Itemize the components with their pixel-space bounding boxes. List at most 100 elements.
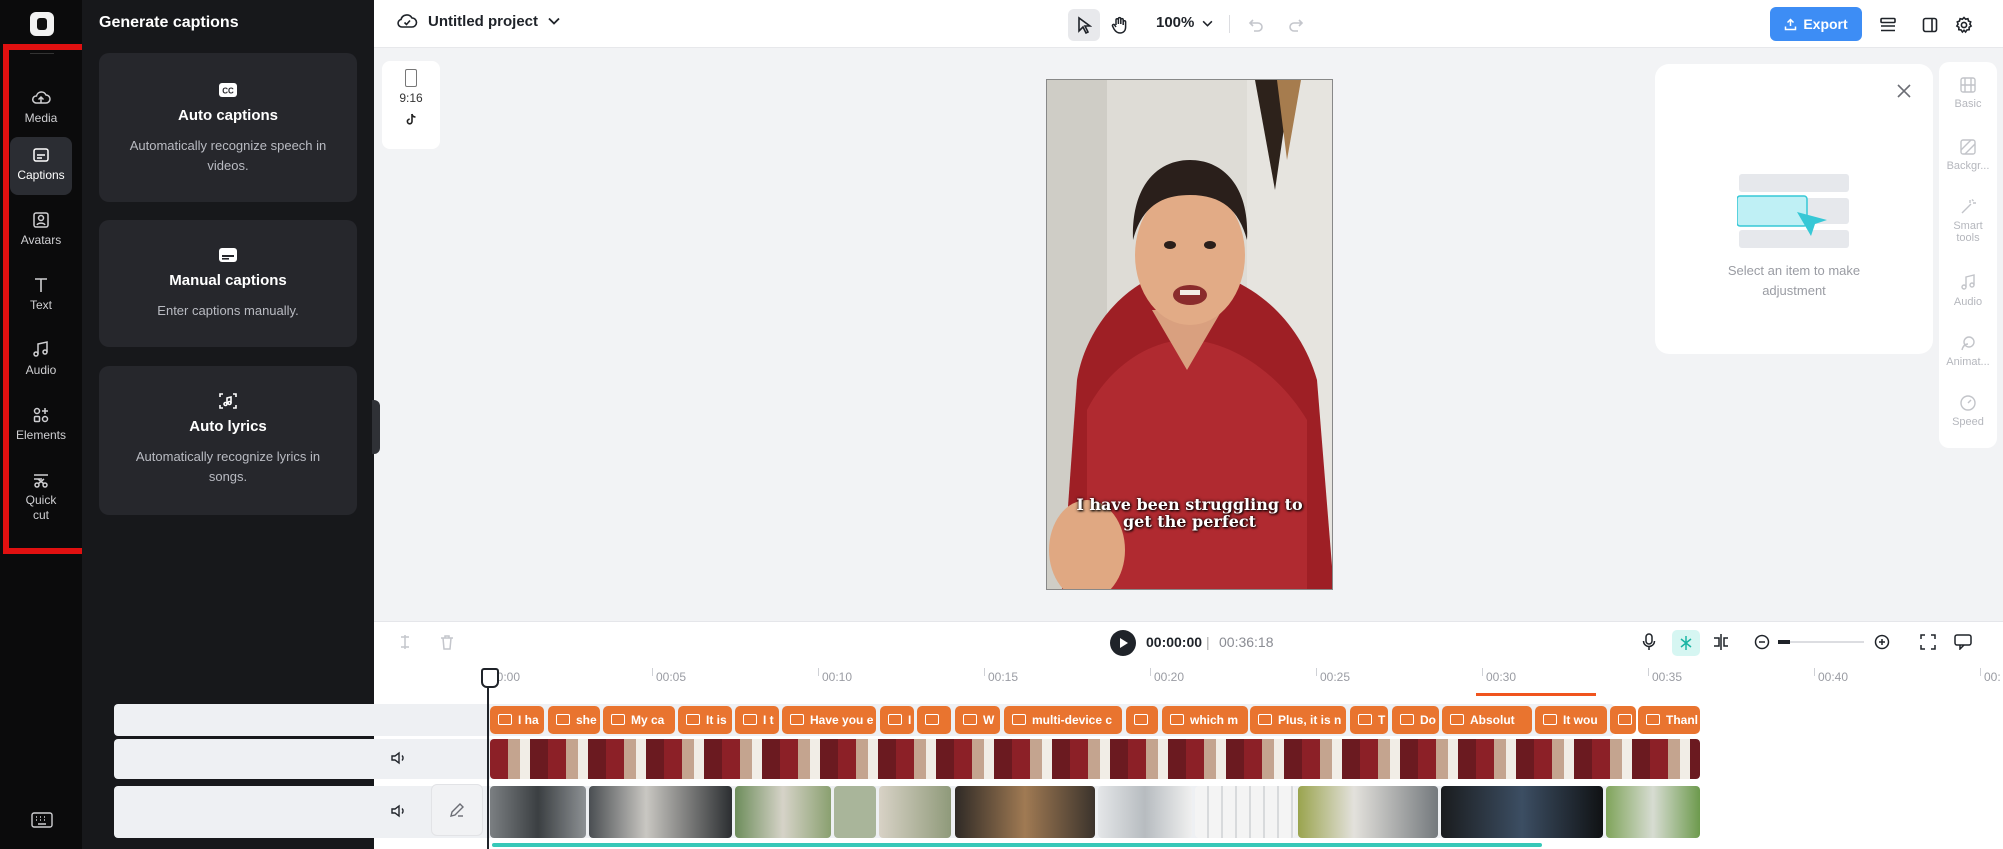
select-tool-button[interactable] xyxy=(1068,9,1100,41)
caption-clip[interactable]: Thanl xyxy=(1638,706,1700,734)
tab-background[interactable]: Backgr... xyxy=(1939,138,1997,172)
auto-lyrics-card[interactable]: Auto lyrics Automatically recognize lyri… xyxy=(99,366,357,515)
rail-item-audio[interactable]: Audio xyxy=(10,332,72,390)
phone-icon xyxy=(405,69,417,87)
rail-label: Quick cut xyxy=(25,493,57,522)
broll-clip[interactable] xyxy=(834,786,876,838)
zoom-slider-thumb[interactable] xyxy=(1778,640,1790,644)
app-logo[interactable] xyxy=(30,12,54,36)
aspect-ratio-card[interactable]: 9:16 xyxy=(382,61,440,149)
cover-edit-button[interactable] xyxy=(431,784,483,836)
magnet-snap-button[interactable] xyxy=(1672,630,1700,656)
broll-clip[interactable] xyxy=(490,786,586,838)
caption-clip[interactable] xyxy=(917,706,951,734)
track-volume-icon[interactable] xyxy=(390,750,408,766)
layers-button[interactable] xyxy=(1872,9,1904,41)
microphone-icon[interactable] xyxy=(1642,633,1656,651)
hand-tool-button[interactable] xyxy=(1104,9,1136,41)
speaker-video-clip[interactable] xyxy=(490,739,1700,779)
redo-button[interactable] xyxy=(1280,9,1312,41)
rail-item-text[interactable]: Text xyxy=(10,267,72,325)
project-menu[interactable]: Untitled project xyxy=(396,12,560,30)
track-volume-icon[interactable] xyxy=(390,803,408,819)
tab-basic[interactable]: Basic xyxy=(1939,76,1997,110)
manual-captions-card[interactable]: Manual captions Enter captions manually. xyxy=(99,220,357,347)
broll-clip[interactable] xyxy=(589,786,732,838)
broll-clip[interactable] xyxy=(1298,786,1438,838)
caption-clip[interactable]: Have you e xyxy=(782,706,876,734)
ruler-label: 00:20 xyxy=(1154,670,1185,684)
feedback-icon[interactable] xyxy=(1954,634,1972,650)
keyboard-icon[interactable] xyxy=(31,812,53,828)
video-preview[interactable]: I have been struggling to get the perfec… xyxy=(1046,79,1333,590)
caption-clip[interactable]: Do xyxy=(1392,706,1439,734)
tab-animation[interactable]: Animat... xyxy=(1939,334,1997,368)
caption-clip[interactable]: I t xyxy=(735,706,779,734)
chevron-down-icon xyxy=(1202,20,1212,27)
caption-clip[interactable]: she xyxy=(548,706,600,734)
undo-button[interactable] xyxy=(1240,9,1272,41)
broll-clip[interactable] xyxy=(735,786,831,838)
ruler-label: 00:05 xyxy=(656,670,687,684)
caption-clip[interactable]: which m xyxy=(1162,706,1248,734)
speed-icon xyxy=(1960,395,1976,411)
export-label: Export xyxy=(1803,16,1848,32)
caption-clip[interactable]: W xyxy=(955,706,1000,734)
broll-clip[interactable] xyxy=(955,786,1095,838)
broll-clip[interactable] xyxy=(1098,786,1192,838)
export-button[interactable]: Export xyxy=(1770,7,1862,41)
rail-item-quick-cut[interactable]: Quick cut xyxy=(10,462,72,532)
rail-item-captions[interactable]: Captions xyxy=(10,137,72,195)
playhead[interactable] xyxy=(481,668,499,849)
caption-clip[interactable] xyxy=(1610,706,1636,734)
music-scan-icon xyxy=(219,393,237,409)
caption-clip[interactable]: I ha xyxy=(490,706,544,734)
broll-clip[interactable] xyxy=(879,786,951,838)
properties-card: Select an item to make adjustment xyxy=(1655,64,1933,354)
caption-clip[interactable]: My ca xyxy=(603,706,675,734)
tab-smart-tools[interactable]: Smart tools xyxy=(1939,198,1997,244)
broll-clip[interactable] xyxy=(1441,786,1603,838)
card-description: Automatically recognize lyrics in songs. xyxy=(135,449,321,484)
panel-title: Generate captions xyxy=(99,14,239,31)
zoom-in-icon[interactable] xyxy=(1874,634,1890,650)
broll-clip[interactable] xyxy=(1606,786,1700,838)
play-button[interactable] xyxy=(1110,630,1136,656)
caption-clip[interactable]: It is xyxy=(678,706,732,734)
rail-item-media[interactable]: Media xyxy=(10,80,72,138)
split-icon[interactable] xyxy=(398,634,412,650)
caption-clip[interactable]: I xyxy=(880,706,914,734)
caption-clip[interactable]: Plus, it is n xyxy=(1250,706,1346,734)
timeline-ruler[interactable]: 00:00 00:05 00:10 00:15 00:20 00:25 00:3… xyxy=(486,668,2003,688)
tab-speed[interactable]: Speed xyxy=(1939,394,1997,428)
aspect-ratio-label: 9:16 xyxy=(399,91,423,105)
close-icon[interactable] xyxy=(1897,84,1911,98)
split-layout-icon xyxy=(1922,17,1938,33)
properties-empty-text: Select an item to make adjustment xyxy=(1727,263,1861,298)
zoom-out-icon[interactable] xyxy=(1754,634,1770,650)
trash-icon[interactable] xyxy=(440,634,454,650)
caption-clip[interactable]: It wou xyxy=(1535,706,1607,734)
tab-audio[interactable]: Audio xyxy=(1939,274,1997,308)
split-screen-icon[interactable] xyxy=(1712,633,1730,651)
fit-screen-icon[interactable] xyxy=(1920,634,1936,650)
panel-collapse-handle[interactable] xyxy=(372,400,380,454)
music-note-icon xyxy=(1961,274,1975,290)
toggle-panel-button[interactable] xyxy=(1914,9,1946,41)
ruler-label: 00:25 xyxy=(1320,670,1351,684)
card-title: Auto captions xyxy=(178,107,278,124)
scissors-icon xyxy=(34,474,48,488)
settings-button[interactable] xyxy=(1948,9,1980,41)
caption-clip[interactable] xyxy=(1126,706,1158,734)
caption-clip[interactable]: multi-device c xyxy=(1004,706,1122,734)
rail-item-elements[interactable]: Elements xyxy=(10,397,72,455)
timeline-scroll-indicator[interactable] xyxy=(1476,693,1596,696)
tab-label: Basic xyxy=(1954,98,1982,110)
rail-item-avatars[interactable]: Avatars xyxy=(10,202,72,260)
caption-clip[interactable]: T xyxy=(1350,706,1388,734)
caption-clip[interactable]: Absolut xyxy=(1442,706,1532,734)
zoom-slider[interactable] xyxy=(1778,640,1864,644)
zoom-dropdown[interactable]: 100% xyxy=(1156,14,1213,31)
auto-captions-card[interactable]: CC Auto captions Automatically recognize… xyxy=(99,53,357,202)
broll-clip[interactable] xyxy=(1195,786,1295,838)
